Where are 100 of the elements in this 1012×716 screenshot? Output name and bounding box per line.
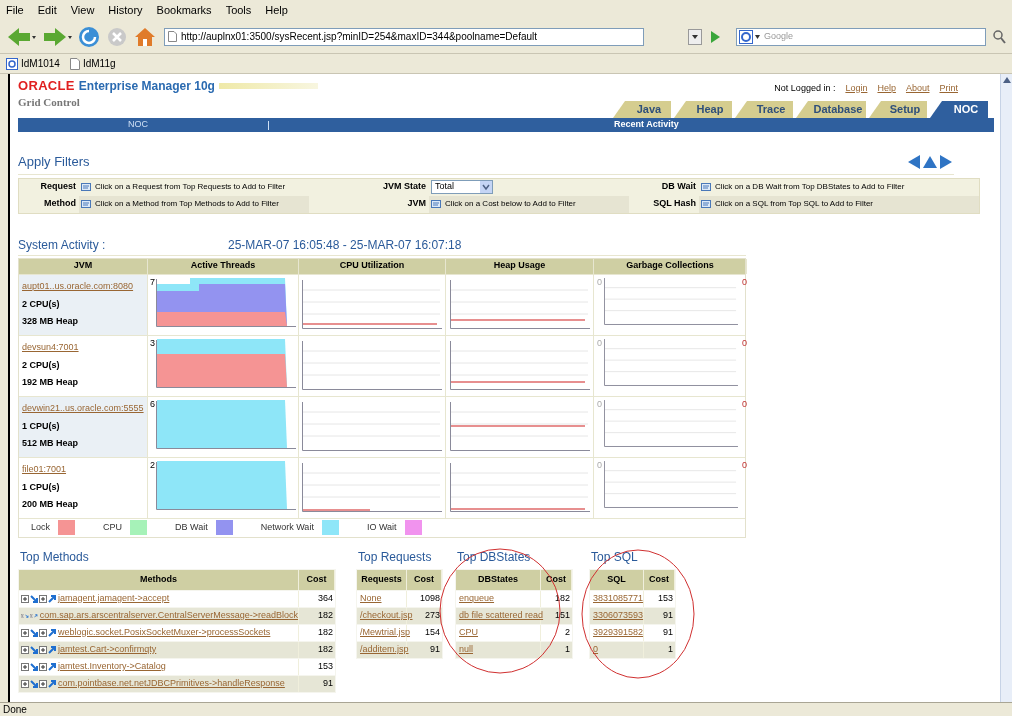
nav-tab[interactable]: Heap: [674, 101, 732, 118]
table-link[interactable]: jamtest.Cart->confirmqty: [58, 642, 157, 657]
reload-icon[interactable]: [78, 25, 100, 48]
search-field[interactable]: Google: [736, 27, 986, 46]
jvm-link[interactable]: devsun4:7001: [22, 341, 147, 355]
arrow-up-right-icon[interactable]: [34, 611, 38, 620]
brand-logo: ORACLE: [18, 77, 75, 95]
section-title: System Activity :: [18, 236, 107, 254]
expand-icon[interactable]: [39, 679, 47, 688]
heap-size: 512 MB Heap: [22, 437, 80, 451]
table-link[interactable]: db file scattered read: [459, 608, 544, 623]
expand-icon[interactable]: [39, 594, 47, 603]
menu-item[interactable]: File: [6, 1, 24, 19]
table-link[interactable]: jamtest.Inventory->Catalog: [58, 659, 166, 674]
bookmark-item[interactable]: IdM1014: [6, 56, 60, 71]
arrow-up-right-icon[interactable]: [48, 645, 56, 654]
legend-label: Network Wait: [260, 520, 314, 534]
previous-icon[interactable]: [906, 154, 922, 169]
back-icon[interactable]: [6, 25, 36, 48]
menu-item[interactable]: Help: [265, 1, 288, 19]
arrow-down-right-icon[interactable]: [30, 645, 38, 654]
scroll-up-icon[interactable]: [1002, 77, 1011, 83]
arrow-down-right-icon[interactable]: [30, 594, 38, 603]
jvm-link[interactable]: file01:7001: [22, 463, 147, 477]
home-icon[interactable]: [134, 25, 156, 48]
next-icon[interactable]: [938, 154, 954, 169]
comment-icon: [701, 198, 712, 210]
table-link[interactable]: /checkout.jsp: [360, 608, 413, 623]
header-link[interactable]: Help: [877, 81, 896, 95]
table-link[interactable]: com.pointbase.net.netJDBCPrimitives->handleResponse: [58, 676, 285, 691]
section-title: Apply Filters: [18, 153, 91, 171]
jvm-link[interactable]: aupt01..us.oracle.com:8080: [22, 280, 147, 294]
search-input[interactable]: Google: [764, 29, 983, 44]
arrow-up-right-icon[interactable]: [48, 679, 56, 688]
cpu-count: 2 CPU(s): [22, 358, 61, 372]
expand-icon[interactable]: [39, 628, 47, 637]
table-link[interactable]: /Mewtrial.jsp: [360, 625, 410, 640]
arrow-down-right-icon[interactable]: [30, 679, 38, 688]
table-link[interactable]: CPU: [459, 625, 478, 640]
menu-item[interactable]: View: [70, 1, 95, 19]
arrow-up-right-icon[interactable]: [48, 628, 56, 637]
column-header: Heap Usage: [493, 259, 546, 273]
forward-icon[interactable]: [42, 25, 72, 48]
nav-tab[interactable]: Database: [796, 101, 866, 118]
table-link[interactable]: 3306073593: [593, 608, 644, 623]
jvm-state-select[interactable]: Total: [431, 180, 493, 194]
arrow-up-right-icon[interactable]: [48, 662, 56, 671]
menu-item[interactable]: Edit: [37, 1, 57, 19]
time-range: 25-MAR-07 16:05:48 - 25-MAR-07 16:07:18: [228, 236, 462, 254]
cost-value: 153: [657, 591, 673, 605]
up-icon[interactable]: [922, 154, 938, 169]
subtitle: Grid Control: [18, 95, 81, 108]
table-link[interactable]: enqueue: [459, 591, 495, 606]
legend-label: Lock: [31, 520, 50, 534]
filter-label: Method: [44, 197, 76, 211]
expand-icon[interactable]: [21, 645, 29, 654]
expand-icon[interactable]: [39, 645, 47, 654]
expand-icon[interactable]: [21, 628, 29, 637]
bookmark-item[interactable]: IdM11g: [69, 56, 116, 71]
nav-tab[interactable]: NOC: [930, 101, 988, 118]
address-field[interactable]: http://auplnx01:3500/sysRecent.jsp?minID=254&maxID=344&poolname=Default: [164, 27, 644, 46]
table-link[interactable]: None: [360, 591, 382, 606]
section-title: Top Requests: [357, 548, 433, 566]
search-engine-icon[interactable]: [739, 29, 761, 44]
expand-icon[interactable]: [21, 679, 29, 688]
arrow-down-right-icon[interactable]: [30, 662, 38, 671]
axis-label: 0: [597, 398, 602, 409]
column-header: SQL: [607, 572, 626, 586]
expand-icon[interactable]: [21, 594, 29, 603]
expand-icon[interactable]: [21, 662, 29, 671]
table-link[interactable]: 0: [593, 642, 598, 657]
column-header: CPU Utilization: [339, 259, 405, 273]
dropdown-icon[interactable]: [688, 28, 702, 45]
header-link[interactable]: About: [905, 81, 930, 95]
table-link[interactable]: 3929391582: [593, 625, 644, 640]
page-icon: [168, 31, 177, 42]
header-link[interactable]: Print: [939, 81, 958, 95]
arrow-down-right-icon[interactable]: [30, 628, 38, 637]
nav-tab[interactable]: Setup: [869, 101, 927, 118]
cost-value: 2: [565, 625, 570, 639]
table-link[interactable]: jamagent.jamagent->accept: [58, 591, 170, 606]
table-link[interactable]: null: [459, 642, 473, 657]
table-link[interactable]: 3831085771: [593, 591, 644, 606]
menu-item[interactable]: History: [108, 1, 143, 19]
expand-icon[interactable]: [39, 662, 47, 671]
table-link[interactable]: com.sap.ars.arscentralserver.CentralServerMessage->readBlock: [39, 608, 298, 623]
table-link[interactable]: /additem.jsp: [360, 642, 409, 657]
go-icon[interactable]: [708, 28, 722, 45]
jvm-link[interactable]: devwin21..us.oracle.com:5555: [22, 402, 147, 416]
table-link[interactable]: weblogic.socket.PosixSocketMuxer->processSockets: [58, 625, 271, 640]
menu-item[interactable]: Tools: [225, 1, 252, 19]
nav-tab[interactable]: Java: [613, 101, 671, 118]
header-link[interactable]: Login: [845, 81, 868, 95]
cost-value: 1: [668, 642, 673, 656]
search-icon[interactable]: [992, 28, 1006, 45]
menu-item[interactable]: Bookmarks: [156, 1, 212, 19]
scrollbar[interactable]: [1000, 74, 1012, 702]
cost-value: 91: [323, 676, 333, 690]
arrow-up-right-icon[interactable]: [48, 594, 56, 603]
nav-tab[interactable]: Trace: [735, 101, 793, 118]
